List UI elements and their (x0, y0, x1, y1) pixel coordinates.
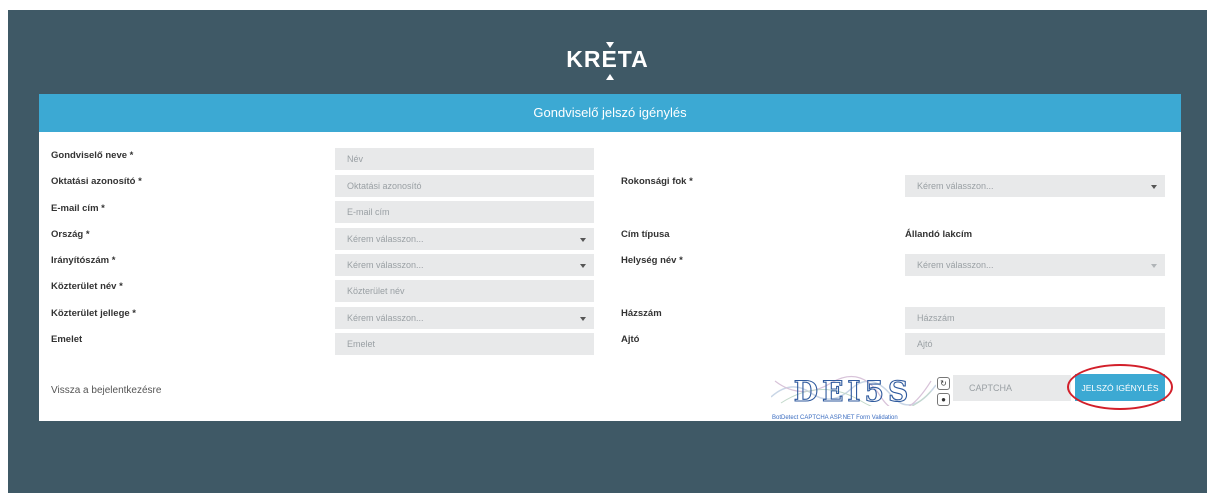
captcha-reload-icon[interactable]: ↻ (937, 377, 950, 390)
house-no-input[interactable]: Házszám (905, 307, 1165, 329)
kreta-logo: KRETA (0, 42, 1215, 80)
floor-input[interactable]: Emelet (335, 333, 594, 355)
back-to-login-link[interactable]: Vissza a bejelentkezésre (51, 385, 161, 396)
edu-id-input[interactable]: Oktatási azonosító (335, 175, 594, 197)
country-label: Ország * (51, 229, 90, 240)
captcha-footer: BotDetect CAPTCHA ASP.NET Form Validatio… (772, 415, 898, 421)
captcha-image: DEI5S (771, 375, 936, 406)
chevron-down-icon (1151, 185, 1157, 189)
door-input[interactable]: Ajtó (905, 333, 1165, 355)
chevron-down-icon (580, 238, 586, 242)
chevron-down-icon (580, 264, 586, 268)
floor-label: Emelet (51, 334, 83, 345)
guardian-name-label: Gondviselő neve * (51, 150, 134, 161)
captcha-input[interactable]: CAPTCHA (953, 375, 1071, 401)
zip-select[interactable]: Kérem válasszon... (335, 254, 594, 276)
logo-text: KRETA (566, 46, 649, 72)
relation-label: Rokonsági fok * (621, 176, 693, 187)
relation-select-value: Kérem válasszon... (917, 181, 994, 191)
country-select[interactable]: Kérem válasszon... (335, 228, 594, 250)
street-type-select-value: Kérem válasszon... (347, 313, 424, 323)
guardian-name-input[interactable]: Név (335, 148, 594, 170)
chevron-down-icon (1151, 264, 1157, 268)
street-type-label: Közterület jellege * (51, 308, 136, 319)
street-name-input[interactable]: Közterület név (335, 280, 594, 302)
street-name-label: Közterület név * (51, 281, 123, 292)
form-title: Gondviselő jelszó igénylés (39, 94, 1181, 132)
city-select-value: Kérem válasszon... (917, 260, 994, 270)
logo-triangle-bottom (605, 74, 614, 80)
address-type-value: Állandó lakcím (905, 229, 973, 240)
captcha-text: DEI5S (794, 375, 912, 406)
street-type-select[interactable]: Kérem válasszon... (335, 307, 594, 329)
zip-label: Irányítószám * (51, 255, 116, 266)
zip-select-value: Kérem válasszon... (347, 260, 424, 270)
logo-triangle-top (605, 42, 614, 48)
country-select-value: Kérem válasszon... (347, 234, 424, 244)
city-select[interactable]: Kérem válasszon... (905, 254, 1165, 276)
email-label: E-mail cím * (51, 203, 105, 214)
door-label: Ajtó (621, 334, 640, 345)
address-type-label: Cím típusa (621, 229, 670, 240)
chevron-down-icon (580, 317, 586, 321)
captcha-audio-icon[interactable]: ● (937, 393, 950, 406)
highlight-circle (1067, 364, 1173, 410)
house-no-label: Házszám (621, 308, 662, 319)
edu-id-label: Oktatási azonosító * (51, 176, 142, 187)
guardian-password-form: Gondviselő jelszó igénylés Gondviselő ne… (39, 94, 1181, 421)
email-input[interactable]: E-mail cím (335, 201, 594, 223)
city-label: Helység név * (621, 255, 683, 266)
relation-select[interactable]: Kérem válasszon... (905, 175, 1165, 197)
